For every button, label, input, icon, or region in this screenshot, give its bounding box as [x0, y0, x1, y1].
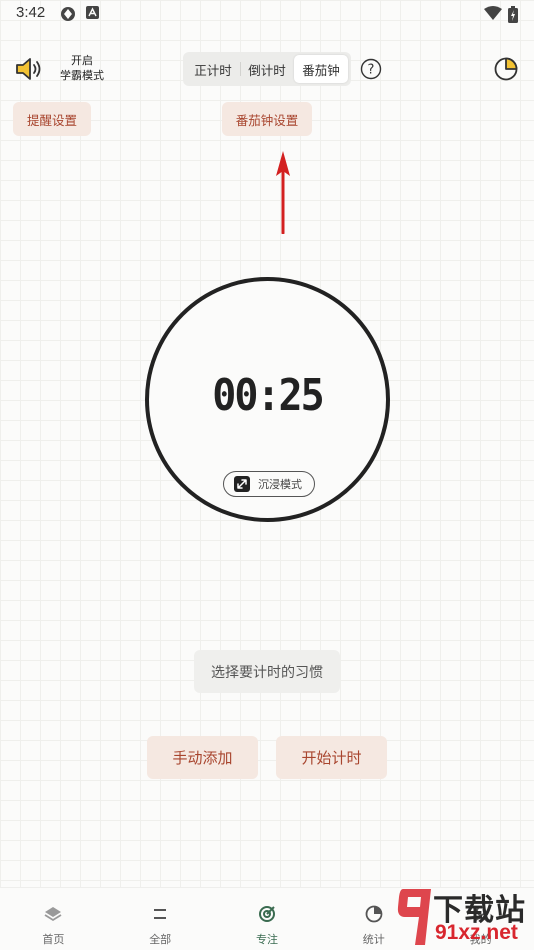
start-timer-button[interactable]: 开始计时	[276, 736, 387, 779]
manual-add-button[interactable]: 手动添加	[147, 736, 258, 779]
battery-icon	[508, 6, 518, 23]
notification-a-icon	[86, 6, 99, 19]
red-arrow-annotation	[276, 151, 290, 234]
immersive-mode-button[interactable]: 沉浸模式	[223, 471, 315, 497]
focus-target-icon	[258, 906, 275, 922]
watermark: 下载站 91xz.net	[395, 885, 534, 950]
list-icon	[154, 909, 167, 919]
header: 开启 学霸模式 正计时 倒计时 番茄钟 ?	[0, 50, 534, 90]
pomodoro-settings-button[interactable]: 番茄钟设置	[222, 102, 312, 136]
watermark-logo-icon	[397, 889, 431, 945]
study-mode-toggle[interactable]: 开启 学霸模式	[58, 53, 106, 83]
nav-label-stats: 统计	[362, 933, 385, 946]
timer-dial: 00:25 沉浸模式	[145, 277, 390, 522]
immersive-mode-label: 沉浸模式	[258, 478, 302, 491]
layers-icon	[44, 907, 62, 922]
help-icon[interactable]: ?	[360, 58, 382, 80]
nav-item-home[interactable]: 首页	[0, 888, 107, 950]
pie-chart-icon[interactable]	[493, 56, 519, 82]
expand-icon	[234, 476, 250, 492]
habit-selector[interactable]: 选择要计时的习惯	[194, 650, 340, 693]
nav-item-all[interactable]: 全部	[107, 888, 214, 950]
status-bar: 3:42	[0, 0, 534, 28]
reminder-settings-button[interactable]: 提醒设置	[13, 102, 91, 136]
wifi-icon	[484, 6, 502, 20]
app-status-icon	[61, 7, 75, 21]
tab-pomodoro[interactable]: 番茄钟	[294, 55, 348, 83]
stats-icon	[365, 905, 383, 923]
timer-mode-segmented-control: 正计时 倒计时 番茄钟	[183, 52, 351, 86]
nav-label-home: 首页	[42, 933, 65, 946]
speaker-icon[interactable]	[14, 56, 44, 82]
nav-item-focus[interactable]: 专注	[214, 888, 321, 950]
study-mode-line1: 开启	[71, 54, 93, 67]
help-symbol: ?	[368, 63, 375, 78]
timer-value: 00:25	[212, 371, 324, 421]
watermark-text-bottom: 91xz.net	[435, 921, 518, 944]
tab-count-up[interactable]: 正计时	[186, 55, 240, 83]
study-mode-line2: 学霸模式	[60, 69, 104, 82]
tab-countdown[interactable]: 倒计时	[240, 55, 294, 83]
status-time: 3:42	[16, 4, 46, 21]
nav-label-all: 全部	[149, 933, 172, 946]
nav-label-focus: 专注	[255, 933, 278, 946]
